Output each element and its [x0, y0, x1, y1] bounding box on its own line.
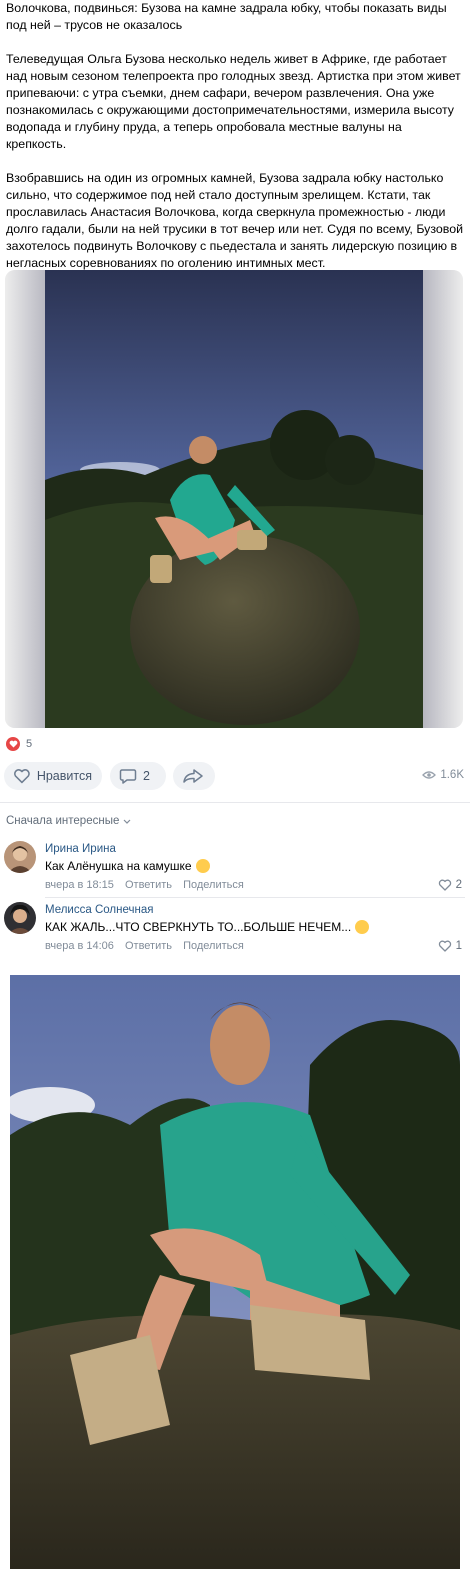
comment-like-button[interactable]: 2 [438, 879, 462, 891]
zoomed-photo [10, 975, 460, 1569]
comment-author[interactable]: Мелисса Солнечная [45, 904, 153, 916]
share-link[interactable]: Поделиться [183, 940, 244, 952]
comment-author[interactable]: Ирина Ирина [45, 843, 116, 855]
comment-button[interactable]: 2 [110, 762, 166, 790]
section-divider [0, 802, 470, 803]
comment-text: КАК ЖАЛЬ...ЧТО СВЕРКНУТЬ ТО...БОЛЬШЕ НЕЧ… [45, 920, 370, 934]
comments-count: 2 [143, 769, 150, 783]
reactions-summary[interactable]: 5 [6, 736, 32, 752]
share-link[interactable]: Поделиться [183, 879, 244, 891]
comment-text: Как Алёнушка на камушке [45, 859, 210, 873]
like-label: Нравится [36, 769, 92, 783]
comment-meta: вчера в 18:15 Ответить Поделиться [45, 879, 252, 891]
reply-link[interactable]: Ответить [125, 940, 172, 952]
views-counter: 1.6K [422, 769, 464, 781]
comment-icon [119, 769, 137, 784]
post-photo[interactable] [5, 270, 463, 728]
post-paragraph: Телеведущая Ольга Бузова несколько недел… [6, 52, 461, 151]
post-text: Волочкова, подвинься: Бузова на камне за… [6, 0, 464, 289]
share-icon [183, 769, 203, 783]
comment-meta: вчера в 14:06 Ответить Поделиться [45, 940, 252, 952]
avatar[interactable] [4, 902, 36, 934]
eye-icon [422, 771, 437, 779]
heart-outline-icon [438, 940, 451, 952]
smirking-emoji-icon [355, 920, 370, 934]
share-button[interactable] [173, 762, 215, 790]
sort-label: Сначала интересные [6, 815, 120, 827]
photo-scene-closeup [10, 975, 460, 1569]
like-button[interactable]: Нравится [4, 762, 102, 790]
comment-time[interactable]: вчера в 14:06 [45, 940, 114, 952]
reply-link[interactable]: Ответить [125, 879, 172, 891]
avatar[interactable] [4, 841, 36, 873]
heart-outline-icon [438, 879, 451, 891]
heart-icon [6, 737, 20, 751]
comment-item: Мелисса Солнечная КАК ЖАЛЬ...ЧТО СВЕРКНУ… [0, 902, 470, 958]
reactions-count: 5 [26, 738, 33, 750]
comment-time[interactable]: вчера в 18:15 [45, 879, 114, 891]
post-paragraph: Взобравшись на один из огромных камней, … [6, 171, 464, 270]
comment-text-content: Как Алёнушка на камушке [45, 859, 192, 873]
chevron-down-icon [123, 819, 131, 824]
comment-like-count: 2 [455, 879, 462, 891]
post-actions: Нравится 2 1.6K [4, 762, 466, 790]
comment-item: Ирина Ирина Как Алёнушка на камушке вчер… [0, 841, 470, 898]
comment-text-content: КАК ЖАЛЬ...ЧТО СВЕРКНУТЬ ТО...БОЛЬШЕ НЕЧ… [45, 920, 352, 934]
laughing-emoji-icon [195, 859, 210, 873]
heart-outline-icon [14, 769, 30, 784]
post-title: Волочкова, подвинься: Бузова на камне за… [6, 1, 447, 32]
comments-sort-dropdown[interactable]: Сначала интересные [6, 815, 131, 827]
comment-like-button[interactable]: 1 [438, 940, 462, 952]
comment-divider [45, 897, 465, 898]
comment-like-count: 1 [455, 940, 462, 952]
views-count: 1.6K [440, 769, 464, 781]
photo-scene [45, 270, 423, 728]
